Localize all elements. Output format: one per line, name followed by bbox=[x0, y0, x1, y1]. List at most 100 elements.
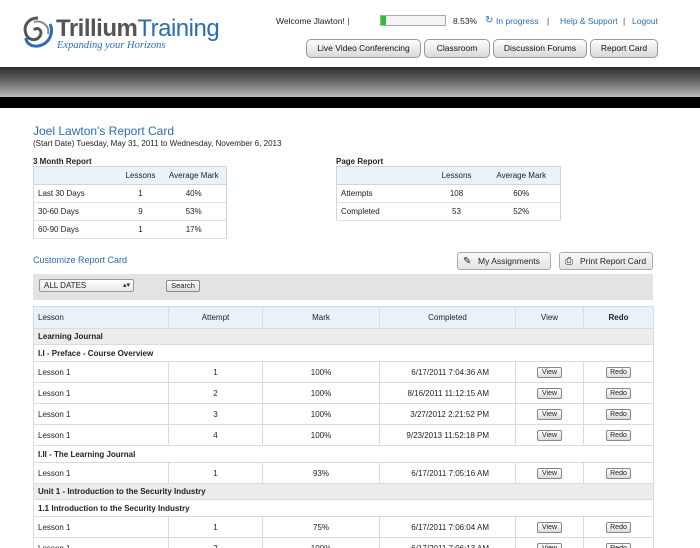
table-row: Lesson 1 4 100% 9/23/2013 11:52:18 PM View Re… bbox=[33, 424, 654, 446]
date-range: (Start Date) Tuesday, May 31, 2011 to We… bbox=[33, 139, 282, 148]
divider: | bbox=[623, 16, 626, 26]
print-report-card-button[interactable]: ⎙ Print Report Card bbox=[559, 252, 653, 270]
table-row: Last 30 Days 1 40% bbox=[33, 184, 227, 203]
discussion-forums-button[interactable]: Discussion Forums bbox=[493, 39, 587, 58]
logo[interactable]: TrilliumTraining Expanding your Horizons bbox=[20, 12, 220, 54]
redo-cell: Redo bbox=[583, 403, 654, 425]
mark-value: 100% bbox=[262, 537, 380, 548]
column-header bbox=[336, 166, 431, 185]
completed-date: 8/16/2011 11:12:15 AM bbox=[379, 382, 516, 404]
attempt-number: 1 bbox=[168, 361, 263, 383]
column-header: Lessons bbox=[119, 166, 162, 185]
my-assignments-button[interactable]: ✎ My Assignments bbox=[457, 252, 551, 270]
lessons-count: 53 bbox=[430, 202, 483, 221]
average-mark: 40% bbox=[161, 184, 227, 203]
table-row: Lesson 1 2 100% 8/16/2011 11:12:15 AM View Re… bbox=[33, 382, 654, 404]
live-video-conferencing-button[interactable]: Live Video Conferencing bbox=[306, 39, 421, 58]
lesson-column-header[interactable]: Lesson bbox=[33, 306, 169, 329]
lesson-name: Lesson 1 bbox=[33, 361, 169, 383]
lessons-count: 9 bbox=[119, 202, 162, 221]
report-card-button[interactable]: Report Card bbox=[590, 39, 658, 58]
logo-tagline: Expanding your Horizons bbox=[57, 40, 166, 51]
attempt-column-header[interactable]: Attempt bbox=[168, 306, 263, 329]
redo-column-header: Redo bbox=[583, 306, 654, 329]
page-title: Joel Lawton's Report Card bbox=[33, 124, 175, 138]
filter-bar: ALL DATES ▴▾ Search bbox=[33, 274, 653, 300]
report-card-table: Lesson Attempt Mark Completed View Redo … bbox=[33, 306, 654, 548]
section-row: Learning Journal bbox=[33, 328, 654, 345]
redo-cell: Redo bbox=[583, 382, 654, 404]
attempt-number: 2 bbox=[168, 537, 263, 548]
table-row: Completed 53 52% bbox=[336, 202, 561, 221]
mark-value: 75% bbox=[262, 516, 380, 538]
mark-value: 100% bbox=[262, 382, 380, 404]
table-row: 60-90 Days 1 17% bbox=[33, 220, 227, 239]
row-label: 30-60 Days bbox=[33, 202, 120, 221]
logout-link[interactable]: Logout bbox=[632, 16, 658, 26]
classroom-button[interactable]: Classroom bbox=[424, 39, 490, 58]
attempt-number: 4 bbox=[168, 424, 263, 446]
view-button[interactable]: View bbox=[537, 408, 562, 420]
redo-cell: Redo bbox=[583, 516, 654, 538]
trillium-swirl-icon bbox=[23, 16, 53, 48]
view-button[interactable]: View bbox=[537, 521, 562, 533]
view-button[interactable]: View bbox=[537, 429, 562, 441]
table-row: Attempts 108 60% bbox=[336, 184, 561, 203]
average-mark: 53% bbox=[161, 202, 227, 221]
select-arrows-icon: ▴▾ bbox=[122, 282, 130, 289]
mark-column-header[interactable]: Mark bbox=[262, 306, 380, 329]
column-header: Lessons bbox=[430, 166, 483, 185]
lesson-name: Lesson 1 bbox=[33, 462, 169, 484]
row-label: Last 30 Days bbox=[33, 184, 120, 203]
divider: | bbox=[547, 16, 550, 26]
redo-cell: Redo bbox=[583, 537, 654, 548]
attempt-number: 1 bbox=[168, 462, 263, 484]
section-title: Learning Journal bbox=[33, 328, 654, 345]
row-label: 60-90 Days bbox=[33, 220, 120, 239]
redo-button[interactable]: Redo bbox=[606, 366, 631, 378]
average-mark: 17% bbox=[161, 220, 227, 239]
lesson-name: Lesson 1 bbox=[33, 424, 169, 446]
redo-button[interactable]: Redo bbox=[606, 467, 631, 479]
view-button[interactable]: View bbox=[537, 366, 562, 378]
customize-report-card-link[interactable]: Customize Report Card bbox=[33, 255, 127, 265]
view-column-header: View bbox=[515, 306, 584, 329]
view-button[interactable]: View bbox=[537, 387, 562, 399]
course-progress-bar bbox=[380, 15, 446, 26]
completed-date: 6/17/2011 7:04:36 AM bbox=[379, 361, 516, 383]
mark-value: 100% bbox=[262, 403, 380, 425]
month-report-table: Lessons Average Mark Last 30 Days 1 40% 30… bbox=[33, 166, 227, 239]
refresh-icon: ↻ bbox=[485, 15, 494, 26]
progress-percent: 8.53% bbox=[453, 16, 478, 26]
subsection-title: I.I - Preface - Course Overview bbox=[33, 344, 654, 362]
redo-button[interactable]: Redo bbox=[606, 387, 631, 399]
row-label: Attempts bbox=[336, 184, 431, 203]
redo-button[interactable]: Redo bbox=[606, 542, 631, 548]
redo-button[interactable]: Redo bbox=[606, 408, 631, 420]
status-in-progress: In progress bbox=[496, 16, 539, 26]
logo-title: TrilliumTraining bbox=[56, 15, 220, 42]
attempt-number: 2 bbox=[168, 382, 263, 404]
redo-button[interactable]: Redo bbox=[606, 521, 631, 533]
report-card-body: Learning Journal I.I - Preface - Course O… bbox=[33, 328, 654, 548]
my-assignments-label: My Assignments bbox=[478, 256, 540, 266]
lesson-name: Lesson 1 bbox=[33, 537, 169, 548]
view-cell: View bbox=[515, 403, 584, 425]
date-filter-select[interactable]: ALL DATES ▴▾ bbox=[39, 279, 134, 292]
row-label: Completed bbox=[336, 202, 431, 221]
completed-column-header[interactable]: Completed bbox=[379, 306, 516, 329]
section-title: Unit 1 - Introduction to the Security In… bbox=[33, 483, 654, 500]
table-row: Lesson 1 2 100% 6/17/2011 7:06:13 AM View Red… bbox=[33, 537, 654, 548]
redo-button[interactable]: Redo bbox=[606, 429, 631, 441]
view-button[interactable]: View bbox=[537, 467, 562, 479]
view-cell: View bbox=[515, 361, 584, 383]
completed-date: 6/17/2011 7:06:13 AM bbox=[379, 537, 516, 548]
average-mark: 52% bbox=[482, 202, 561, 221]
search-button[interactable]: Search bbox=[166, 280, 200, 292]
help-support-link[interactable]: Help & Support bbox=[560, 16, 618, 26]
view-button[interactable]: View bbox=[537, 542, 562, 548]
pencil-icon: ✎ bbox=[463, 256, 472, 267]
subsection-row: I.I - Preface - Course Overview bbox=[33, 344, 654, 362]
mark-value: 93% bbox=[262, 462, 380, 484]
lesson-name: Lesson 1 bbox=[33, 382, 169, 404]
